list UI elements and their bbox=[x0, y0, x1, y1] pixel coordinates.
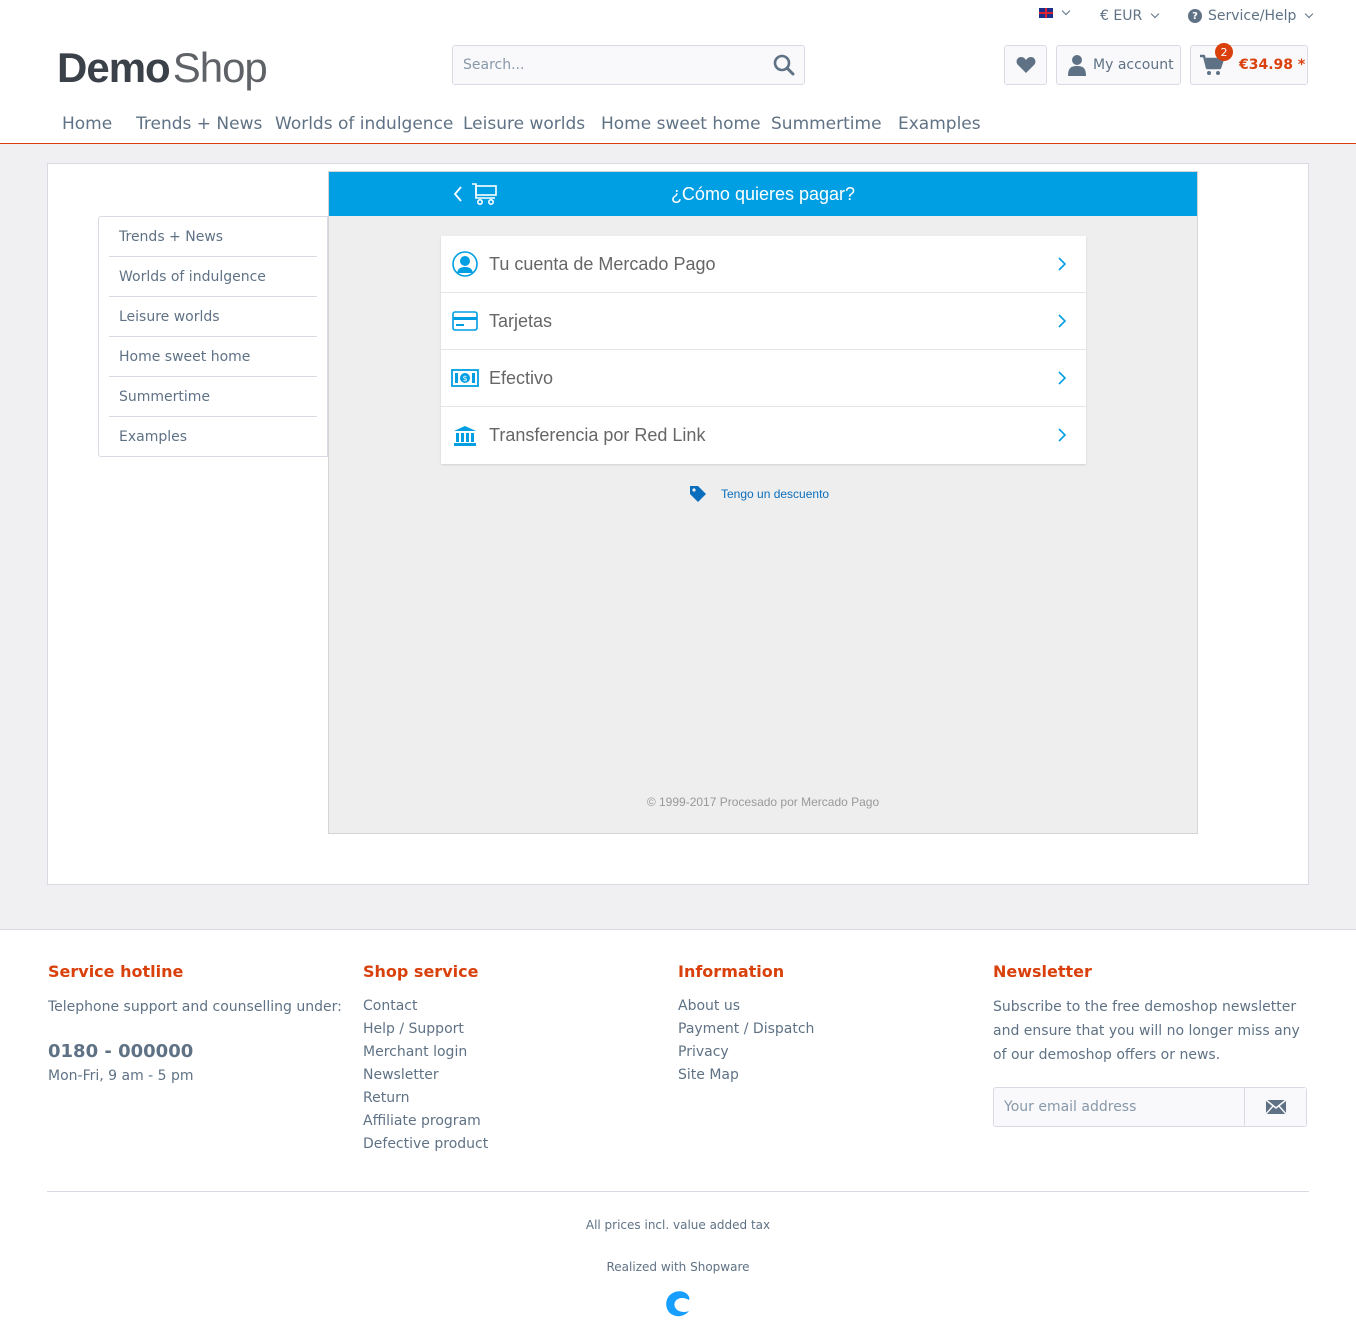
payment-option-label: Transferencia por Red Link bbox=[489, 425, 706, 445]
chevron-down-icon bbox=[1061, 6, 1071, 16]
payment-option-label: Tu cuenta de Mercado Pago bbox=[489, 253, 716, 274]
newsletter-email-input[interactable]: Your email address bbox=[994, 1088, 1244, 1126]
footer-link-privacy[interactable]: Privacy bbox=[678, 1041, 993, 1064]
chevron-down-icon bbox=[1305, 9, 1314, 19]
footer-service-hotline: Service hotline Telephone support and co… bbox=[48, 962, 363, 1088]
footer-hotline-hours: Mon-Fri, 9 am - 5 pm bbox=[48, 1068, 194, 1084]
user-circle-icon bbox=[441, 251, 489, 277]
currency-label: € EUR bbox=[1100, 8, 1143, 24]
footer-link-merchant-login[interactable]: Merchant login bbox=[363, 1041, 678, 1064]
payment-title: ¿Cómo quieres pagar? bbox=[670, 184, 856, 204]
language-switcher[interactable] bbox=[1039, 6, 1071, 18]
heart-icon bbox=[1016, 57, 1035, 73]
footer-shop-service: Shop service Contact Help / Support Merc… bbox=[363, 962, 678, 1156]
payment-copyright: © 1999-2017 Procesado por Mercado Pago bbox=[646, 795, 880, 809]
search-icon[interactable] bbox=[764, 46, 804, 84]
footer-tax-note: All prices incl. value added tax bbox=[585, 1218, 771, 1232]
service-help-menu[interactable]: ? Service/Help bbox=[1188, 8, 1314, 24]
nav-item-worlds-of-indulgence[interactable]: Worlds of indulgence bbox=[275, 114, 453, 134]
sidebar-item-worlds-of-indulgence[interactable]: Worlds of indulgence bbox=[109, 257, 317, 297]
payment-header: ¿Cómo quieres pagar? bbox=[329, 172, 1197, 216]
shopware-logo-icon bbox=[666, 1291, 690, 1317]
currency-switcher[interactable]: € EUR bbox=[1100, 8, 1160, 24]
account-label: My account bbox=[1093, 57, 1174, 73]
nav-item-trends-news[interactable]: Trends + News bbox=[136, 114, 262, 134]
footer-information-title: Information bbox=[678, 962, 785, 981]
sidebar-item-leisure-worlds[interactable]: Leisure worlds bbox=[109, 297, 317, 337]
main-navigation: Home Trends + News Worlds of indulgence … bbox=[0, 104, 1356, 144]
nav-item-home-sweet-home[interactable]: Home sweet home bbox=[601, 114, 761, 134]
footer-newsletter: Newsletter Subscribe to the free demosho… bbox=[993, 962, 1308, 1127]
nav-item-summertime[interactable]: Summertime bbox=[771, 114, 882, 134]
chevron-right-icon bbox=[1058, 428, 1066, 442]
footer-link-contact[interactable]: Contact bbox=[363, 995, 678, 1018]
wishlist-button[interactable] bbox=[1004, 45, 1047, 85]
newsletter-form: Your email address bbox=[993, 1087, 1307, 1127]
nav-item-home[interactable]: Home bbox=[62, 114, 112, 134]
cash-icon: $ bbox=[441, 368, 489, 388]
nav-item-examples[interactable]: Examples bbox=[898, 114, 981, 134]
question-icon: ? bbox=[1188, 9, 1202, 23]
logo-light-text: Shop bbox=[172, 44, 268, 91]
cart-count-badge: 2 bbox=[1215, 43, 1233, 61]
shopware-logo[interactable] bbox=[0, 1288, 1356, 1321]
footer-link-about-us[interactable]: About us bbox=[678, 995, 993, 1018]
footer-link-return[interactable]: Return bbox=[363, 1087, 678, 1110]
user-icon bbox=[1068, 55, 1086, 76]
footer-divider bbox=[47, 1191, 1309, 1192]
sidebar-item-trends-news[interactable]: Trends + News bbox=[109, 217, 317, 257]
chevron-down-icon bbox=[1150, 9, 1160, 19]
footer-link-defective-product[interactable]: Defective product bbox=[363, 1133, 678, 1156]
shop-logo[interactable]: DemoShop bbox=[57, 44, 268, 92]
service-help-label: Service/Help bbox=[1208, 8, 1297, 24]
payment-option-account[interactable]: Tu cuenta de Mercado Pago bbox=[441, 236, 1086, 293]
footer-information: Information About us Payment / Dispatch … bbox=[678, 962, 993, 1087]
discount-label: Tengo un descuento bbox=[721, 487, 830, 501]
logo-bold-text: Demo bbox=[57, 44, 171, 91]
top-bar: € EUR ? Service/Help bbox=[0, 0, 1356, 34]
mercado-pago-frame: ¿Cómo quieres pagar? Tu cuenta de Mercad… bbox=[328, 171, 1198, 834]
footer-shop-service-title: Shop service bbox=[363, 962, 479, 981]
footer-link-site-map[interactable]: Site Map bbox=[678, 1064, 993, 1087]
footer-link-affiliate-program[interactable]: Affiliate program bbox=[363, 1110, 678, 1133]
footer-phone-number[interactable]: 0180 - 000000 bbox=[48, 1041, 363, 1062]
footer-link-newsletter[interactable]: Newsletter bbox=[363, 1064, 678, 1087]
payment-option-cards[interactable]: Tarjetas bbox=[441, 293, 1086, 350]
footer-realized-with[interactable]: Realized with Shopware bbox=[0, 1260, 1356, 1274]
credit-card-icon bbox=[441, 311, 489, 331]
footer-hotline-title: Service hotline bbox=[48, 962, 184, 981]
svg-text:$: $ bbox=[462, 374, 467, 383]
footer-link-payment-dispatch[interactable]: Payment / Dispatch bbox=[678, 1018, 993, 1041]
tag-icon bbox=[690, 486, 706, 502]
nav-item-leisure-worlds[interactable]: Leisure worlds bbox=[463, 114, 585, 134]
search-field[interactable]: Search... bbox=[452, 45, 805, 85]
footer: Service hotline Telephone support and co… bbox=[0, 929, 1356, 1333]
envelope-icon bbox=[1265, 1100, 1286, 1114]
payment-option-transfer[interactable]: Transferencia por Red Link bbox=[441, 407, 1086, 464]
uk-flag-icon bbox=[1039, 8, 1053, 18]
sidebar-item-examples[interactable]: Examples bbox=[109, 417, 317, 457]
category-sidebar: Trends + News Worlds of indulgence Leisu… bbox=[98, 216, 328, 457]
chevron-right-icon bbox=[1058, 314, 1066, 328]
sidebar-item-home-sweet-home[interactable]: Home sweet home bbox=[109, 337, 317, 377]
payment-option-label: Efectivo bbox=[489, 367, 554, 388]
payment-option-label: Tarjetas bbox=[489, 310, 553, 331]
footer-hotline-text: Telephone support and counselling under: bbox=[48, 999, 342, 1015]
newsletter-submit-button[interactable] bbox=[1244, 1088, 1306, 1126]
chevron-right-icon bbox=[1058, 257, 1066, 271]
bank-icon bbox=[441, 425, 489, 447]
payment-option-cash[interactable]: $ Efectivo bbox=[441, 350, 1086, 407]
cart-total: €34.98 * bbox=[1239, 57, 1306, 73]
sidebar-item-summertime[interactable]: Summertime bbox=[109, 377, 317, 417]
cart-button[interactable]: 2 €34.98 * bbox=[1190, 43, 1308, 85]
chevron-right-icon bbox=[1058, 371, 1066, 385]
footer-newsletter-title: Newsletter bbox=[993, 962, 1092, 981]
search-input[interactable]: Search... bbox=[453, 57, 764, 73]
footer-newsletter-text: Subscribe to the free demoshop newslette… bbox=[993, 999, 1300, 1063]
footer-link-help-support[interactable]: Help / Support bbox=[363, 1018, 678, 1041]
my-account-button[interactable]: My account bbox=[1056, 45, 1181, 85]
discount-link[interactable]: Tengo un descuento bbox=[689, 485, 829, 503]
payment-options-list: Tu cuenta de Mercado Pago Tarjetas $ Efe… bbox=[441, 236, 1086, 464]
